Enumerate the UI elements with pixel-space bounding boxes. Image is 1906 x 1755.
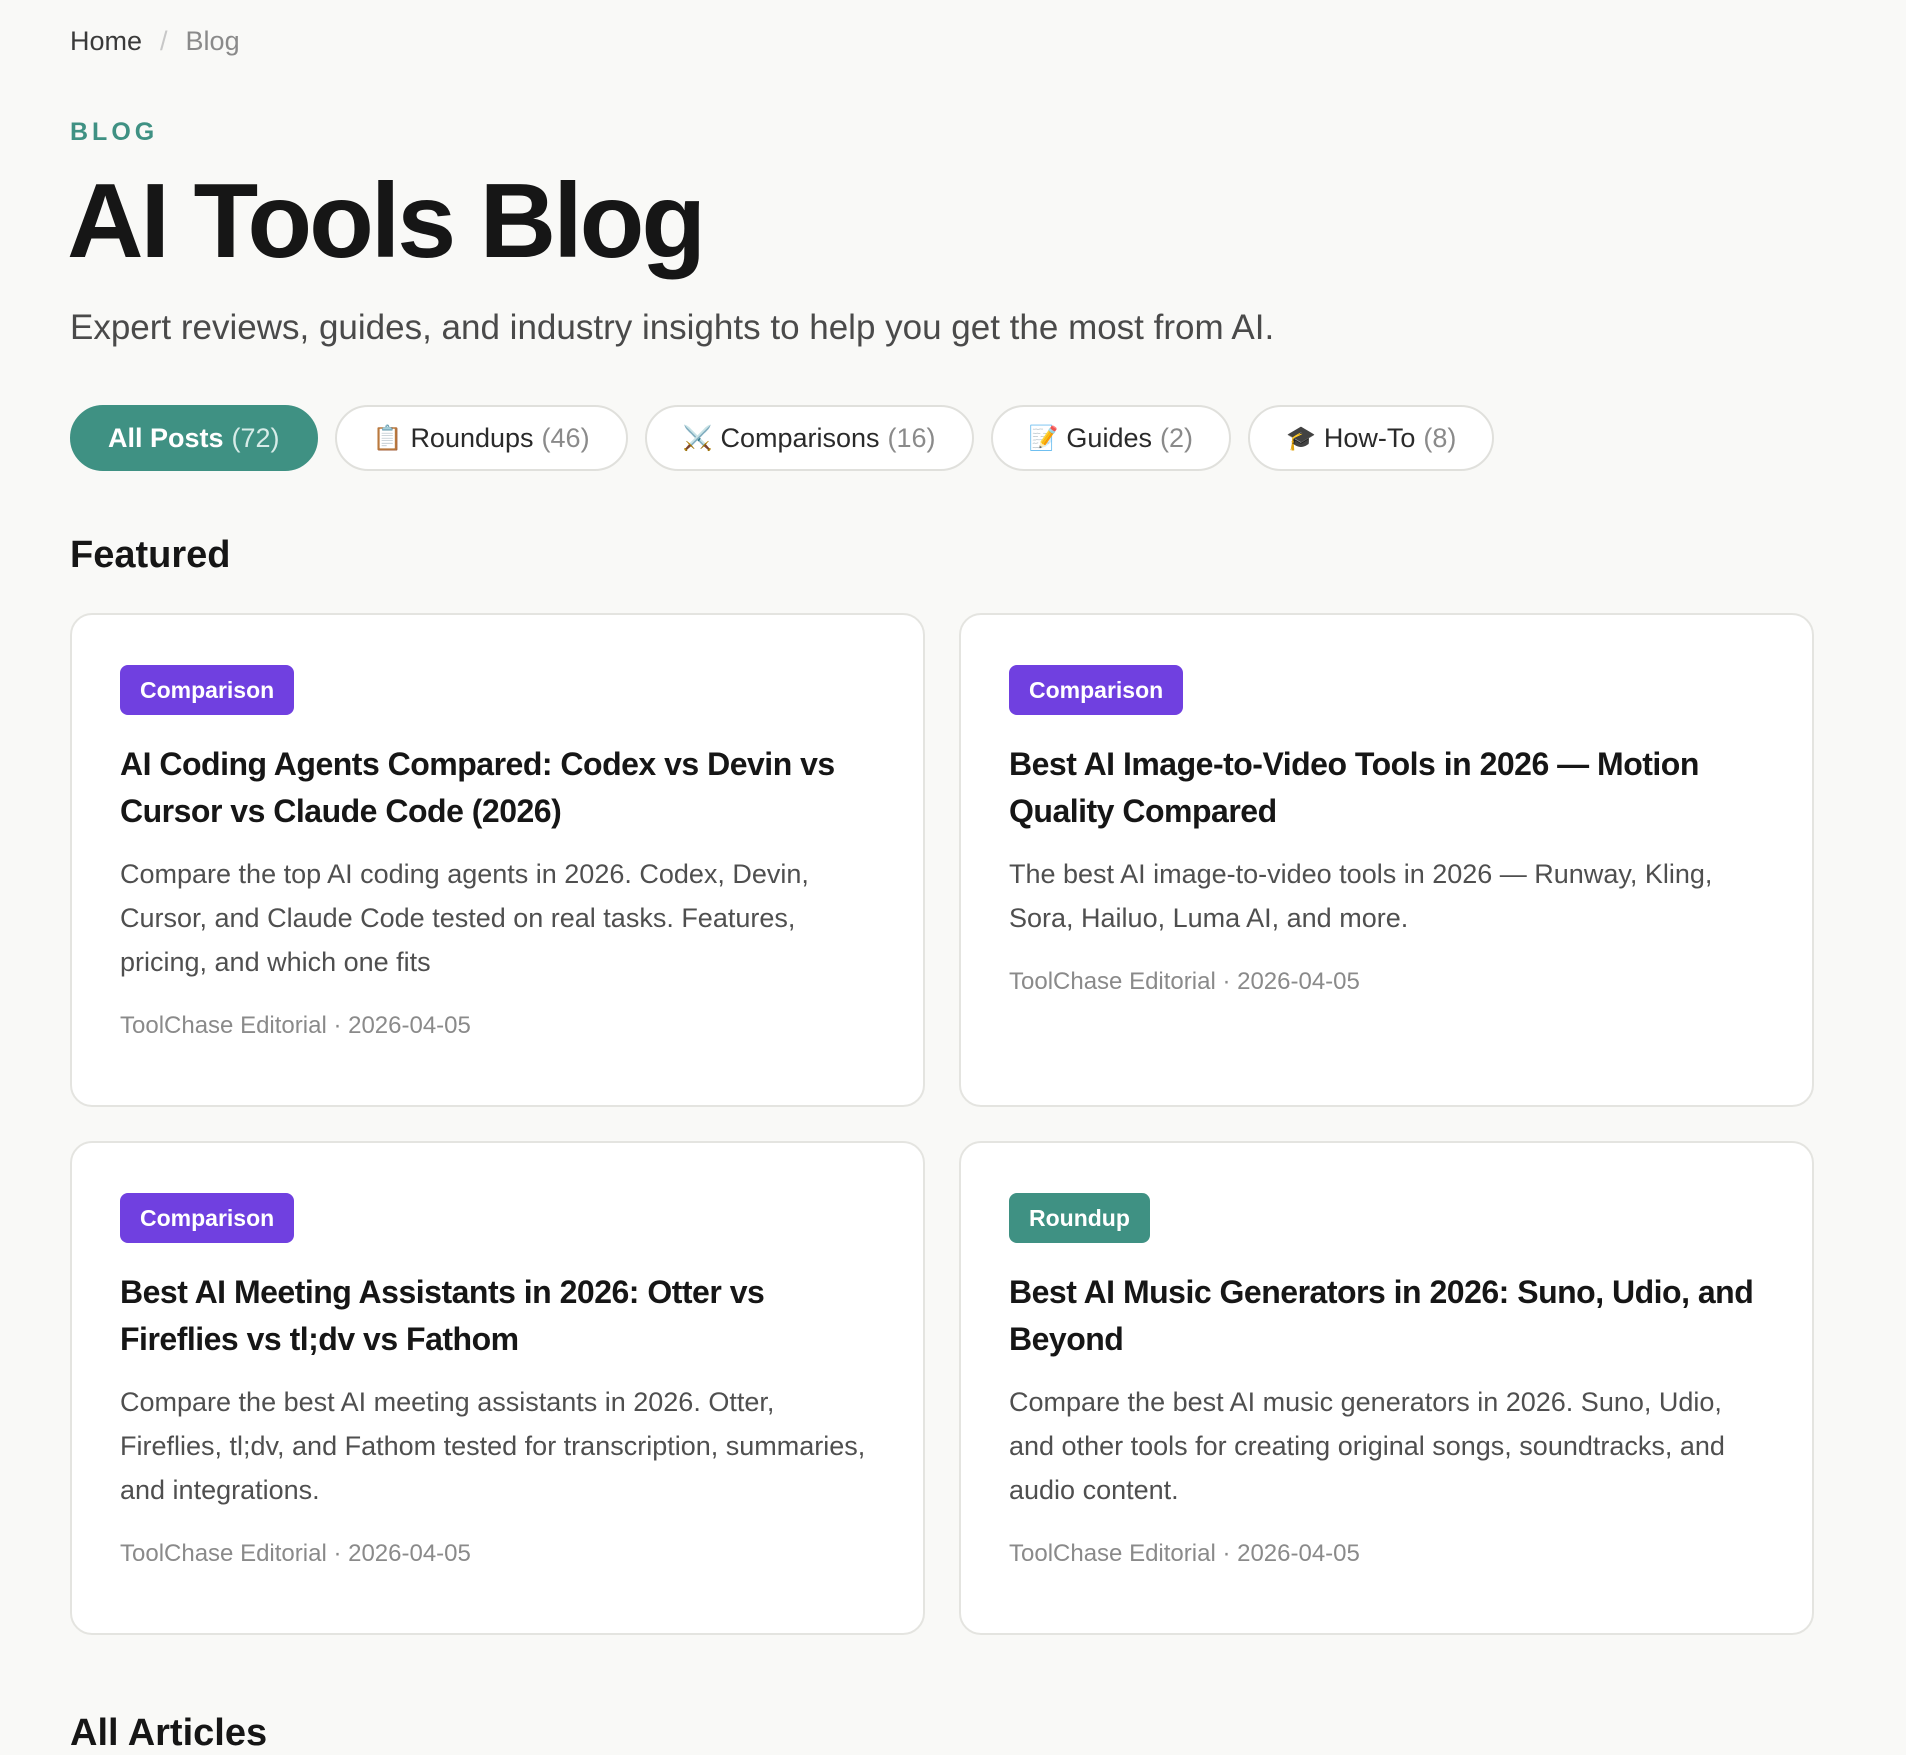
filter-all-posts[interactable]: All Posts (72) bbox=[70, 405, 318, 471]
card-excerpt: The best AI image-to-video tools in 2026… bbox=[1009, 859, 1713, 933]
filter-label: Roundups bbox=[410, 422, 534, 453]
category-badge: Comparison bbox=[120, 1193, 295, 1243]
breadcrumb-separator: / bbox=[160, 26, 168, 56]
filter-guides[interactable]: 📝 Guides (2) bbox=[990, 405, 1231, 471]
card-excerpt: Compare the best AI meeting assistants i… bbox=[120, 1387, 866, 1505]
featured-heading: Featured bbox=[70, 534, 231, 576]
category-badge: Comparison bbox=[1009, 665, 1184, 715]
card-meta: ToolChase Editorial · 2026-04-05 bbox=[120, 1540, 471, 1567]
graduation-cap-icon: 🎓 bbox=[1285, 424, 1316, 452]
filter-count: (72) bbox=[231, 422, 280, 453]
category-filters: All Posts (72) 📋 Roundups (46) ⚔️ Compar… bbox=[70, 405, 1495, 471]
filter-count: (8) bbox=[1423, 422, 1457, 453]
filter-count: (16) bbox=[887, 422, 936, 453]
card-title[interactable]: Best AI Music Generators in 2026: Suno, … bbox=[1009, 1269, 1764, 1363]
filter-label: Comparisons bbox=[720, 422, 880, 453]
breadcrumb: Home / Blog bbox=[70, 26, 240, 57]
memo-icon: 📝 bbox=[1028, 424, 1059, 452]
featured-card[interactable]: Roundup Best AI Music Generators in 2026… bbox=[959, 1141, 1814, 1635]
featured-card[interactable]: Comparison AI Coding Agents Compared: Co… bbox=[70, 613, 925, 1107]
filter-how-to[interactable]: 🎓 How-To (8) bbox=[1247, 405, 1495, 471]
filter-label: All Posts bbox=[108, 422, 224, 453]
page-title: AI Tools Blog bbox=[67, 162, 706, 280]
breadcrumb-home-link[interactable]: Home bbox=[70, 26, 142, 57]
card-meta: ToolChase Editorial · 2026-04-05 bbox=[120, 1012, 471, 1039]
filter-label: How-To bbox=[1323, 422, 1416, 453]
page-eyebrow: BLOG bbox=[70, 118, 159, 146]
filter-roundups[interactable]: 📋 Roundups (46) bbox=[334, 405, 628, 471]
filter-comparisons[interactable]: ⚔️ Comparisons (16) bbox=[644, 405, 974, 471]
card-title[interactable]: AI Coding Agents Compared: Codex vs Devi… bbox=[120, 741, 875, 835]
card-meta: ToolChase Editorial · 2026-04-05 bbox=[1009, 1540, 1360, 1567]
all-articles-heading: All Articles bbox=[70, 1712, 268, 1754]
clipboard-icon: 📋 bbox=[372, 424, 403, 452]
featured-grid: Comparison AI Coding Agents Compared: Co… bbox=[70, 613, 1814, 1635]
card-title[interactable]: Best AI Meeting Assistants in 2026: Otte… bbox=[120, 1269, 875, 1363]
crossed-swords-icon: ⚔️ bbox=[682, 424, 713, 452]
card-title[interactable]: Best AI Image-to-Video Tools in 2026 — M… bbox=[1009, 741, 1764, 835]
category-badge: Roundup bbox=[1009, 1193, 1150, 1243]
filter-count: (2) bbox=[1159, 422, 1193, 453]
card-meta: ToolChase Editorial · 2026-04-05 bbox=[1009, 968, 1360, 995]
category-badge: Comparison bbox=[120, 665, 295, 715]
breadcrumb-current: Blog bbox=[185, 26, 240, 56]
page-subtitle: Expert reviews, guides, and industry ins… bbox=[70, 308, 1275, 347]
card-excerpt: Compare the top AI coding agents in 2026… bbox=[120, 859, 809, 977]
featured-card[interactable]: Comparison Best AI Image-to-Video Tools … bbox=[959, 613, 1814, 1107]
card-excerpt: Compare the best AI music generators in … bbox=[1009, 1387, 1725, 1505]
featured-card[interactable]: Comparison Best AI Meeting Assistants in… bbox=[70, 1141, 925, 1635]
filter-count: (46) bbox=[541, 422, 590, 453]
filter-label: Guides bbox=[1066, 422, 1152, 453]
